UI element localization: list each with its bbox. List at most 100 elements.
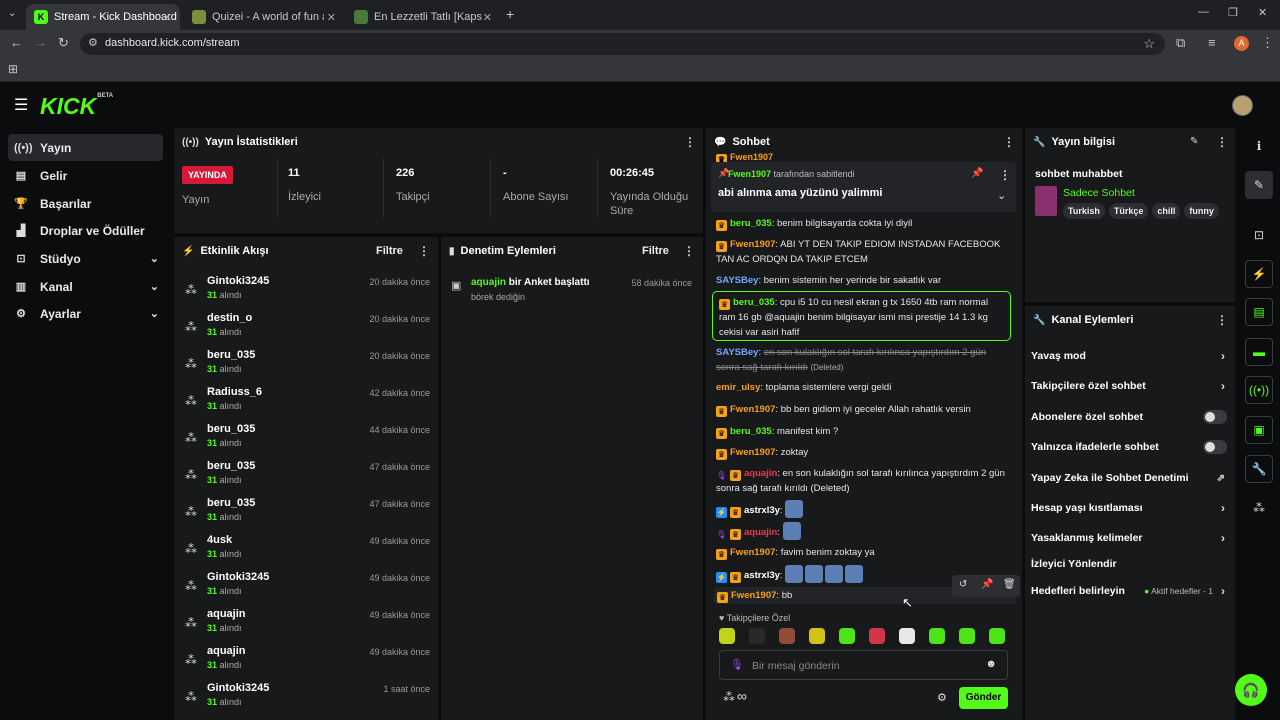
window-close-icon[interactable]: ✕ — [1258, 6, 1267, 19]
raid-row[interactable]: İzleyici Yönlendir — [1031, 549, 1227, 579]
broadcast-icon[interactable]: ((•)) — [1245, 376, 1273, 404]
category-link[interactable]: Sadece Sohbet — [1063, 187, 1135, 199]
emoji-icon[interactable]: ☻ — [985, 658, 997, 670]
emote-icon[interactable] — [809, 628, 825, 644]
nav-item-studyo[interactable]: ⊡ Stüdyo ⌄ — [8, 245, 163, 272]
back-icon[interactable]: ← — [10, 35, 23, 50]
nav-item-ayarlar[interactable]: ⚙ Ayarlar ⌄ — [8, 300, 163, 327]
tag[interactable]: Turkish — [1063, 203, 1105, 219]
nav-item-yayin[interactable]: ((•)) Yayın — [8, 134, 163, 161]
activity-username[interactable]: Gintoki3245 — [207, 571, 269, 583]
chat-username[interactable]: Fwen1907 — [730, 547, 775, 558]
close-icon[interactable]: ✕ — [483, 11, 492, 24]
tab-tatli[interactable]: En Lezzetli Tatlı [Kapsamlı] - Tie ✕ — [346, 4, 500, 30]
maximize-icon[interactable]: ❐ — [1228, 6, 1238, 19]
extensions-icon[interactable]: ⧉ — [1176, 35, 1185, 51]
chat-username[interactable]: aquajin — [744, 527, 777, 538]
activity-username[interactable]: Gintoki3245 — [207, 682, 269, 694]
more-options-icon[interactable]: ⋮ — [1216, 313, 1228, 327]
chat-username[interactable]: astrxl3y — [744, 505, 780, 516]
bookmark-star-icon[interactable]: ☆ — [1143, 36, 1155, 52]
chat-username[interactable]: Fwen1907 — [730, 447, 775, 458]
browser-menu-icon[interactable]: ⋮ — [1261, 35, 1274, 51]
screenshot-icon[interactable]: ⊡ — [1245, 221, 1273, 249]
site-info-icon[interactable]: ⚙ — [88, 36, 98, 49]
hamburger-menu-icon[interactable]: ☰ — [14, 95, 28, 115]
kick-points-icon[interactable]: ⁂ — [1245, 494, 1273, 522]
minimize-icon[interactable]: — — [1198, 6, 1209, 18]
tag[interactable]: Türkçe — [1108, 203, 1149, 219]
chevron-down-icon[interactable]: ⌄ — [150, 280, 159, 293]
nav-item-basarilar[interactable]: 🏆 Başarılar — [8, 190, 163, 217]
activity-username[interactable]: beru_035 — [207, 349, 255, 361]
emote-icon[interactable] — [779, 628, 795, 644]
activity-username[interactable]: beru_035 — [207, 423, 255, 435]
nav-item-kanal[interactable]: ▥ Kanal ⌄ — [8, 273, 163, 300]
chat-username[interactable]: SAYSBey — [716, 275, 758, 286]
emote-icon[interactable] — [899, 628, 915, 644]
url-field[interactable]: ⚙ dashboard.kick.com/stream ☆ — [80, 33, 1165, 55]
filter-button[interactable]: Filtre — [642, 245, 669, 257]
activity-username[interactable]: destin_o — [207, 312, 252, 324]
chat-input[interactable]: 🎙 Bir mesaj gönderin ☻ — [719, 650, 1008, 680]
chevron-down-icon[interactable]: ⌄ — [997, 189, 1006, 202]
timeout-icon[interactable]: ↺ — [959, 579, 967, 590]
kick-logo[interactable]: KICKBETA — [40, 93, 113, 120]
tab-kick-dashboard[interactable]: K Stream - Kick Dashboard ✕ — [26, 4, 180, 30]
more-options-icon[interactable]: ⋮ — [418, 244, 430, 258]
activity-username[interactable]: Gintoki3245 — [207, 275, 269, 287]
filter-button[interactable]: Filtre — [376, 245, 403, 257]
chevron-down-icon[interactable]: ⌄ — [150, 252, 159, 265]
chat-bubble-icon[interactable]: ▬ — [1245, 338, 1273, 366]
more-options-icon[interactable]: ⋮ — [1216, 135, 1228, 149]
nav-item-gelir[interactable]: ▤ Gelir — [8, 162, 163, 189]
close-icon[interactable]: ✕ — [327, 11, 336, 24]
more-options-icon[interactable]: ⋮ — [1003, 135, 1015, 149]
edit-icon[interactable]: ✎ — [1245, 171, 1273, 199]
category-thumbnail[interactable] — [1035, 186, 1057, 216]
chat-username[interactable]: emir_ulsy — [716, 382, 760, 393]
edit-icon[interactable]: ✎ — [1190, 136, 1198, 147]
chat-username[interactable]: beru_035 — [733, 297, 775, 308]
user-avatar[interactable] — [1232, 95, 1253, 116]
emote-icon[interactable] — [869, 628, 885, 644]
slow-mode-row[interactable]: Yavaş mod › — [1031, 341, 1227, 371]
more-options-icon[interactable]: ⋮ — [999, 168, 1011, 182]
chat-username[interactable]: Fwen1907 — [731, 590, 776, 601]
new-tab-icon[interactable]: + — [506, 6, 514, 22]
followers-chat-row[interactable]: Takipçilere özel sohbet › — [1031, 371, 1227, 401]
apps-grid-icon[interactable]: ⊞ — [8, 62, 18, 76]
chat-username[interactable]: aquajin — [744, 468, 777, 479]
tab-search-icon[interactable]: ⌄ — [8, 8, 16, 19]
pin-icon[interactable]: 📌 — [981, 579, 993, 590]
more-options-icon[interactable]: ⋮ — [683, 244, 695, 258]
activity-username[interactable]: beru_035 — [207, 460, 255, 472]
tag[interactable]: funny — [1184, 203, 1219, 219]
chevron-down-icon[interactable]: ⌄ — [150, 307, 159, 320]
emote-icon[interactable] — [929, 628, 945, 644]
emote-icon[interactable] — [719, 628, 735, 644]
chat-username[interactable]: beru_035 — [730, 218, 772, 229]
chat-username[interactable]: beru_035 — [730, 426, 772, 437]
forward-icon[interactable]: → — [34, 35, 47, 50]
trash-icon[interactable]: 🗑 — [1003, 579, 1016, 590]
subscribers-toggle[interactable] — [1203, 410, 1227, 424]
nav-item-droplar[interactable]: ▟ Droplar ve Ödüller — [8, 217, 163, 244]
close-icon[interactable]: ✕ — [163, 11, 172, 24]
emote-icon[interactable] — [839, 628, 855, 644]
media-icon[interactable]: ≡ — [1208, 35, 1216, 50]
activity-username[interactable]: Radiuss_6 — [207, 386, 262, 398]
document-icon[interactable]: ▤ — [1245, 298, 1273, 326]
ai-moderation-row[interactable]: Yapay Zeka ile Sohbet Denetimi ⇗ — [1031, 463, 1227, 493]
chat-username[interactable]: Fwen1907 — [730, 404, 775, 415]
profile-avatar[interactable]: A — [1234, 36, 1249, 51]
tab-quizei[interactable]: Quizei - A world of fun and inter ✕ — [184, 4, 344, 30]
emotes-toggle[interactable] — [1203, 440, 1227, 454]
send-button[interactable]: Gönder — [959, 687, 1008, 709]
age-restriction-row[interactable]: Hesap yaşı kısıtlaması › — [1031, 493, 1227, 523]
activity-username[interactable]: 4usk — [207, 534, 232, 546]
kick-points-icon[interactable]: ⁂ — [723, 690, 735, 704]
entry-user[interactable]: aquajin — [471, 277, 506, 288]
moderation-icon[interactable]: ▣ — [1245, 416, 1273, 444]
chat-settings-icon[interactable]: ⚙ — [937, 691, 947, 704]
